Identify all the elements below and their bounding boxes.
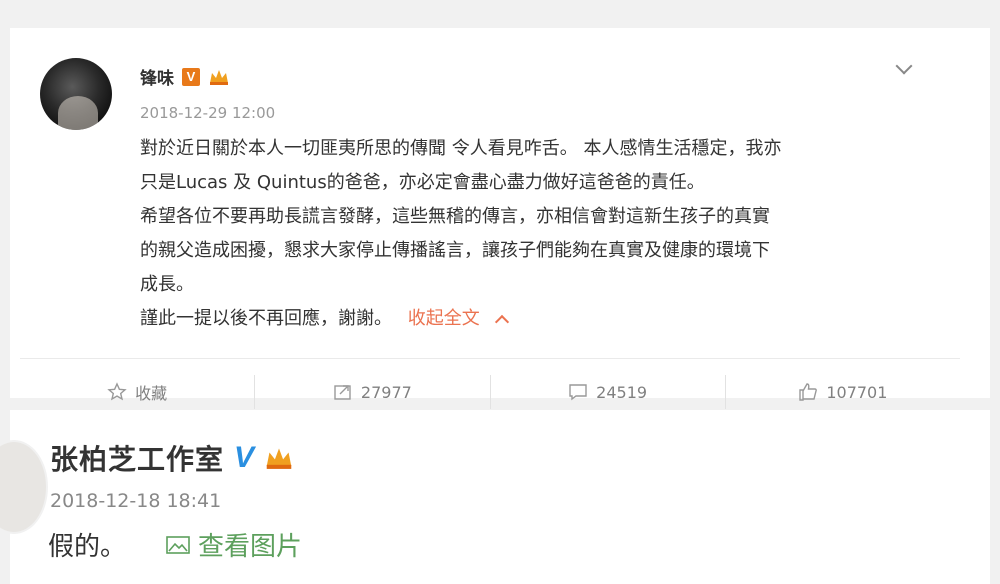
avatar[interactable]: [0, 440, 48, 534]
post-paragraph: 成長。: [140, 274, 194, 295]
favorite-label: 收藏: [135, 384, 168, 403]
crown-icon: [208, 68, 230, 86]
like-button[interactable]: 107701: [726, 375, 960, 409]
image-icon: [166, 535, 190, 554]
post-card-1: 锋味 V 2018-12-29 12:00 對於近日關於本人一切匪夷所思的傳聞 …: [10, 28, 990, 409]
repost-count: 27977: [360, 382, 412, 402]
chevron-down-icon[interactable]: [895, 57, 913, 75]
author-name[interactable]: 张柏芝工作室: [50, 438, 224, 478]
comment-button[interactable]: 24519: [491, 375, 726, 409]
collapse-label: 收起全文: [407, 308, 480, 329]
post-text: 對於近日關於本人一切匪夷所思的傳聞 令人看見咋舌。 本人感情生活穩定，我亦 只是…: [140, 132, 930, 336]
chevron-up-icon: [495, 314, 510, 330]
post-author-header: 张柏芝工作室 V: [50, 438, 294, 478]
author-name[interactable]: 锋味: [140, 64, 174, 89]
comment-icon: [569, 384, 587, 401]
post-paragraph: 對於近日關於本人一切匪夷所思的傳聞 令人看見咋舌。 本人感情生活穩定，我亦: [140, 138, 782, 159]
post-timestamp[interactable]: 2018-12-18 18:41: [50, 490, 221, 512]
favorite-button[interactable]: 收藏: [20, 375, 256, 409]
post-timestamp[interactable]: 2018-12-29 12:00: [140, 104, 275, 122]
post-author-header: 锋味 V: [140, 64, 230, 89]
verified-badge-icon: V: [234, 441, 255, 474]
repost-icon: [334, 385, 351, 400]
like-count: 107701: [826, 382, 888, 402]
post-last-line: 謹此一提以後不再回應，謝謝。 收起全文: [140, 302, 930, 336]
repost-button[interactable]: 27977: [255, 375, 491, 409]
post-content: 假的。: [48, 532, 127, 562]
post-paragraph: 的親父造成困擾，懇求大家停止傳播謠言，讓孩子們能夠在真實及健康的環境下: [140, 240, 770, 261]
post-paragraph: 只是Lucas 及 Quintus的爸爸，亦必定會盡心盡力做好這爸爸的責任。: [140, 172, 705, 193]
post-paragraph: 謹此一提以後不再回應，謝謝。: [140, 308, 392, 329]
post-text: 假的。 查看图片: [48, 526, 302, 563]
view-image-label: 查看图片: [198, 532, 303, 562]
comment-count: 24519: [596, 382, 648, 402]
crown-icon: [264, 445, 294, 471]
star-icon: [107, 382, 127, 401]
avatar[interactable]: [40, 58, 112, 130]
post-paragraph: 希望各位不要再助長謊言發酵，這些無稽的傳言，亦相信會對這新生孩子的真實: [140, 206, 770, 227]
vip-badge-icon: V: [182, 67, 200, 86]
view-image-link[interactable]: 查看图片: [166, 526, 302, 563]
thumb-up-icon: [799, 383, 818, 401]
post-card-2: 张柏芝工作室 V 2018-12-18 18:41 假的。 查看图片: [0, 410, 990, 584]
collapse-link[interactable]: 收起全文: [407, 308, 510, 330]
